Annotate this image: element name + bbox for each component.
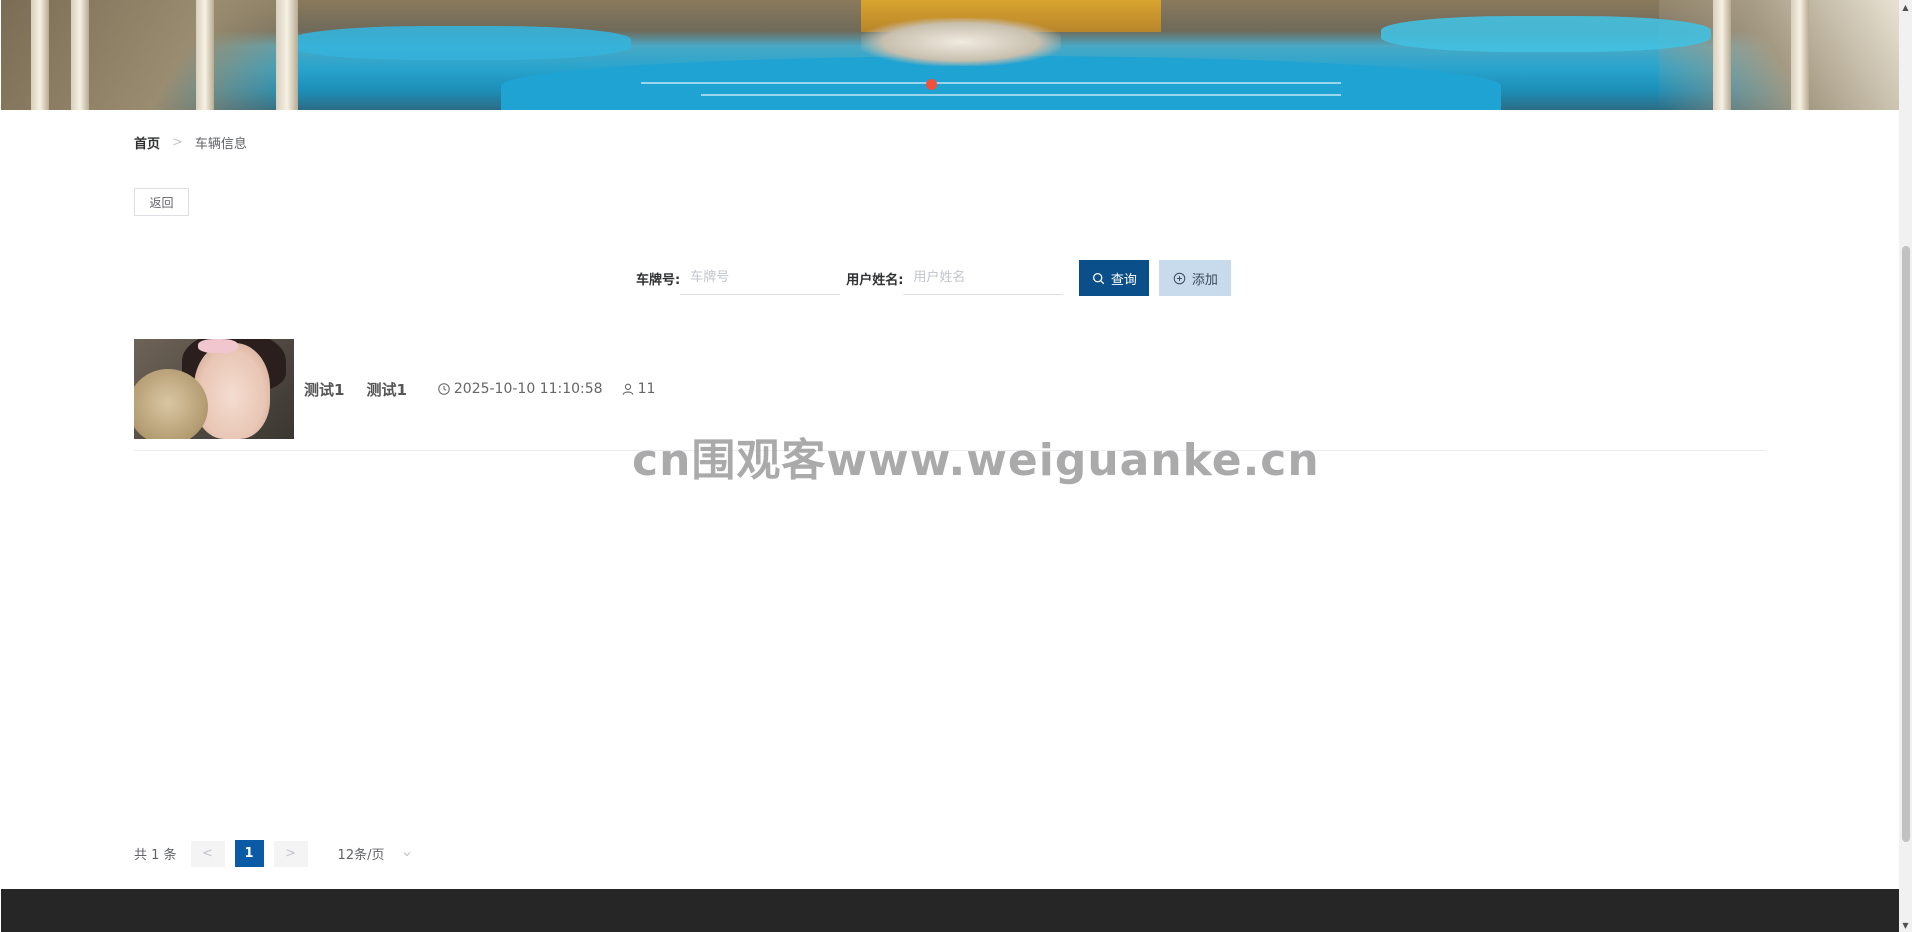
back-button[interactable]: 返回 (134, 188, 189, 216)
plus-circle-icon (1173, 272, 1186, 284)
scrollbar[interactable]: ▲ ▼ (1899, 0, 1912, 932)
breadcrumb-separator: > (172, 135, 183, 150)
item-thumbnail[interactable] (134, 339, 294, 439)
thumbnail-face (194, 343, 270, 439)
add-button[interactable]: 添加 (1159, 260, 1232, 296)
footer (1, 889, 1899, 932)
pagination-prev-button[interactable]: < (190, 840, 225, 867)
banner-column (196, 0, 214, 110)
banner-lane (641, 82, 1341, 84)
item-title[interactable]: 测试1 (304, 379, 344, 400)
banner-column (1791, 0, 1809, 110)
search-button-label: 查询 (1110, 272, 1137, 288)
thumbnail-bow (198, 339, 238, 353)
add-button-label: 添加 (1191, 272, 1218, 288)
banner-column (1713, 0, 1731, 110)
clock-icon (438, 383, 450, 395)
item-time-text: 2025-10-10 11:10:58 (453, 381, 603, 397)
item-subtitle: 测试1 (366, 380, 407, 399)
scroll-up-icon[interactable]: ▲ (1899, 0, 1912, 14)
page: 首页 > 车辆信息 返回 车牌号: 用户姓名: 查询 添加 (0, 0, 1912, 932)
search-bar: 车牌号: 用户姓名: 查询 添加 (636, 260, 1232, 296)
breadcrumb-current: 车辆信息 (194, 137, 247, 152)
banner-floor-right (1659, 0, 1899, 110)
banner-fountain (861, 18, 1061, 66)
pagination-next-button[interactable]: > (273, 840, 308, 867)
scroll-down-icon[interactable]: ▼ (1899, 918, 1912, 932)
breadcrumb-home[interactable]: 首页 (134, 133, 160, 152)
banner-column (276, 0, 298, 110)
banner-pool-left (291, 26, 631, 60)
watermark: cn围观客www.weiguanke.cn (632, 435, 1320, 486)
pagination: 共 1 条 < 1 > 12条/页 (134, 840, 412, 867)
search-icon (1092, 272, 1104, 284)
banner-pool-right (1381, 16, 1711, 52)
pagination-page-1[interactable]: 1 (234, 840, 264, 867)
chevron-down-icon (404, 851, 411, 856)
pagination-total: 共 1 条 (134, 848, 177, 863)
plate-label: 车牌号: (636, 272, 681, 288)
plate-input[interactable] (680, 261, 841, 295)
scrollbar-thumb[interactable] (1902, 246, 1910, 842)
search-button[interactable]: 查询 (1079, 260, 1150, 296)
page-size-value: 12条/页 (337, 848, 385, 863)
page-size-select[interactable]: 12条/页 (338, 844, 413, 863)
banner-column (31, 0, 49, 110)
item-time: 2025-10-10 11:10:58 (437, 381, 603, 397)
user-icon (622, 383, 633, 395)
item-count-text: 11 (637, 381, 656, 397)
banner-lane (701, 94, 1341, 96)
item-body: 测试1 测试1 2025-10-10 11:10:58 11 (304, 339, 655, 439)
username-input[interactable] (903, 261, 1064, 295)
banner-column (71, 0, 89, 110)
item-count: 11 (621, 381, 656, 397)
breadcrumb: 首页 > 车辆信息 (134, 133, 247, 152)
username-label: 用户姓名: (846, 272, 904, 288)
carousel-dot-active[interactable] (926, 79, 937, 90)
banner-image (1, 0, 1899, 110)
